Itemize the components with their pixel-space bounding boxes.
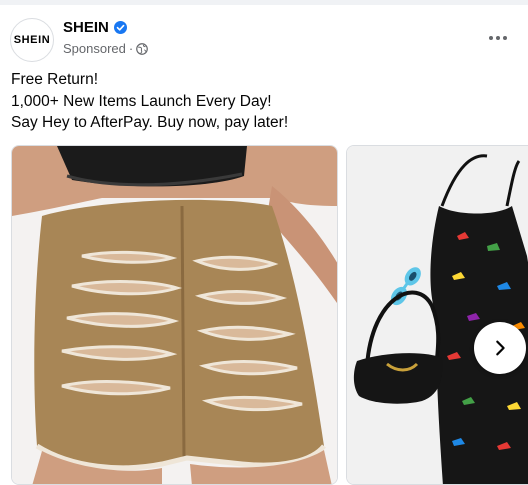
carousel-next-button[interactable]: [474, 322, 526, 374]
ripped-denim-shorts-photo: [12, 146, 337, 484]
carousel-card[interactable]: [11, 145, 338, 485]
chevron-right-icon: [496, 340, 505, 356]
carousel-card[interactable]: [346, 145, 528, 485]
ad-carousel: [0, 0, 528, 485]
dinosaur-print-romper-with-bag-photo: [347, 146, 528, 484]
